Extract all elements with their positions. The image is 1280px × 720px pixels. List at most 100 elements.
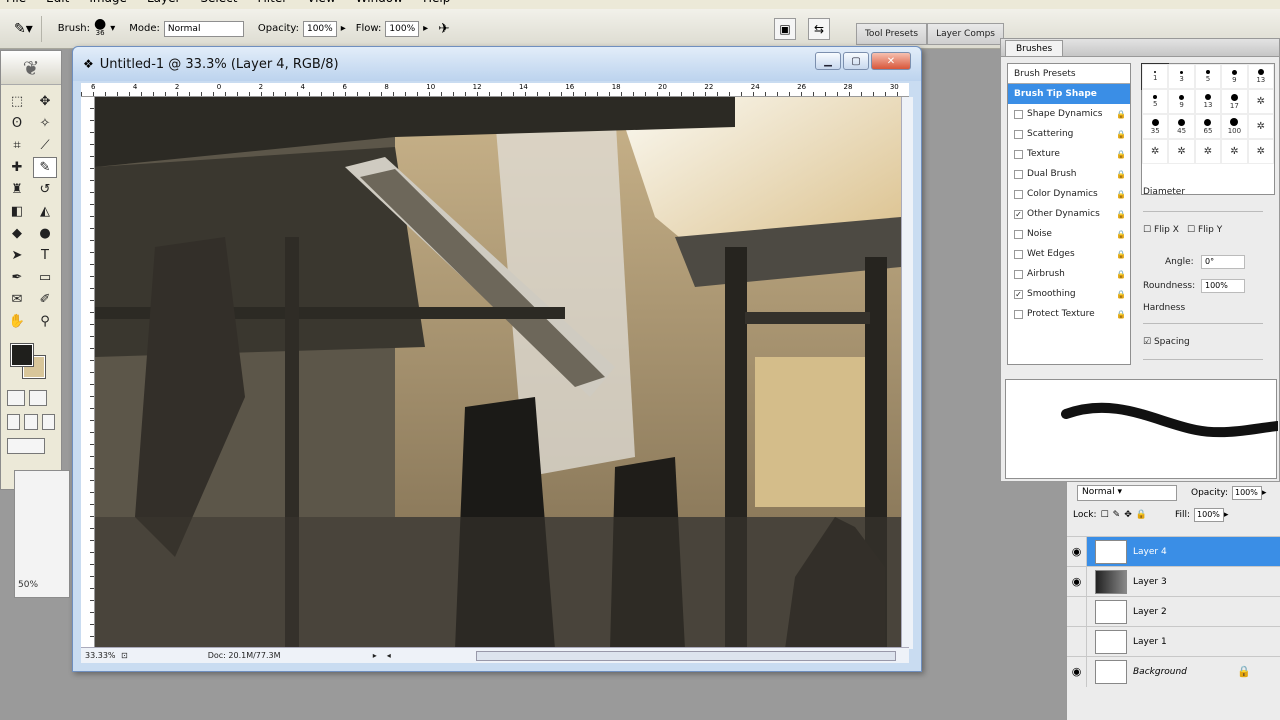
horizontal-scrollbar[interactable] [475, 650, 896, 661]
brush-setting-item[interactable]: Protect Texture 🔒 [1008, 304, 1130, 324]
navigator-zoom[interactable]: 50% [14, 576, 70, 594]
tab-tool-presets[interactable]: Tool Presets [855, 23, 928, 45]
menu-edit[interactable]: Edit [46, 0, 69, 9]
layer-row[interactable]: Layer 1 [1067, 626, 1280, 657]
brush-tip[interactable]: 65 [1194, 114, 1222, 139]
visibility-eye-icon[interactable] [1067, 596, 1087, 627]
magic-wand-tool-icon[interactable]: ✧ [33, 113, 57, 134]
close-button[interactable]: ✕ [871, 52, 911, 70]
spacing-slider[interactable] [1143, 359, 1263, 360]
brush-tip[interactable]: ✲ [1247, 114, 1274, 139]
spacing-checkbox[interactable]: ☑ Spacing [1143, 337, 1190, 347]
lock-position-icon[interactable]: ✥ [1124, 510, 1132, 520]
airbrush-icon[interactable]: ✈ [438, 21, 450, 37]
brush-tip[interactable]: 5 [1194, 64, 1222, 89]
setting-checkbox[interactable] [1014, 189, 1023, 199]
maximize-button[interactable]: ▢ [843, 52, 869, 70]
flip-x-checkbox[interactable]: ☐ Flip X [1143, 225, 1179, 235]
brush-setting-item[interactable]: Shape Dynamics 🔒 [1008, 104, 1130, 124]
healing-brush-tool-icon[interactable]: ✚ [5, 157, 29, 178]
brush-tip[interactable]: 1 [1140, 63, 1170, 90]
chevron-down-icon[interactable]: ▾ [110, 23, 115, 34]
flow-input[interactable]: 100% [385, 20, 420, 37]
menu-help[interactable]: Help [423, 0, 450, 9]
blend-mode-select[interactable]: Normal ▾ [1077, 485, 1177, 501]
marquee-tool-icon[interactable]: ⬚ [5, 91, 29, 112]
lock-all-icon[interactable]: 🔒 [1136, 510, 1147, 520]
standard-mode-icon[interactable] [7, 390, 25, 406]
crop-tool-icon[interactable]: ⌗ [5, 135, 29, 156]
brush-tip[interactable]: ✲ [1221, 139, 1248, 164]
notes-tool-icon[interactable]: ✉ [5, 289, 29, 310]
lock-icon[interactable]: 🔒 [1116, 210, 1126, 219]
flip-y-checkbox[interactable]: ☐ Flip Y [1187, 225, 1222, 235]
menu-filter[interactable]: Filter [257, 0, 287, 9]
brush-setting-item[interactable]: Brush Tip Shape [1008, 84, 1130, 104]
vertical-scrollbar[interactable] [901, 97, 913, 649]
brush-setting-item[interactable]: Airbrush 🔒 [1008, 264, 1130, 284]
status-menu-icon[interactable]: ⊡ [121, 651, 128, 660]
slice-tool-icon[interactable]: ⟋ [33, 135, 57, 156]
eraser-tool-icon[interactable]: ◧ [5, 201, 29, 222]
setting-checkbox[interactable] [1014, 129, 1023, 139]
brush-tip[interactable]: 45 [1168, 114, 1195, 139]
scroll-left-icon[interactable]: ◂ [382, 651, 396, 660]
setting-checkbox[interactable] [1014, 269, 1023, 279]
brush-setting-item[interactable]: ✓ Smoothing 🔒 [1008, 284, 1130, 304]
mode-select[interactable]: Normal [163, 20, 244, 37]
status-arrow-icon[interactable]: ▸ [368, 651, 382, 660]
setting-checkbox[interactable] [1014, 229, 1023, 239]
brush-tip[interactable]: 3 [1168, 64, 1195, 89]
opacity-input[interactable]: 100% [302, 20, 337, 37]
layer-row[interactable]: Layer 2 [1067, 596, 1280, 627]
layer-row[interactable]: ◉ Layer 4 [1067, 536, 1280, 567]
brush-tool-icon[interactable]: ✎ [33, 157, 57, 178]
eyedropper-tool-icon[interactable]: ✐ [33, 289, 57, 310]
brush-setting-item[interactable]: Scattering 🔒 [1008, 124, 1130, 144]
angle-input[interactable]: 0° [1201, 255, 1245, 269]
brush-tip[interactable]: ✲ [1247, 139, 1274, 164]
menu-layer[interactable]: Layer [147, 0, 180, 9]
layer-row[interactable]: ◉ Background 🔒 [1067, 656, 1280, 687]
chevron-right-icon[interactable]: ▸ [1224, 510, 1229, 520]
brush-tip[interactable]: 100 [1221, 114, 1248, 139]
chevron-right-icon[interactable]: ▸ [423, 23, 428, 34]
lock-transparency-icon[interactable]: ☐ [1101, 510, 1109, 520]
visibility-eye-icon[interactable]: ◉ [1067, 566, 1087, 597]
zoom-level[interactable]: 33.33% [81, 651, 121, 660]
lock-icon[interactable]: 🔒 [1116, 250, 1126, 259]
brush-preset-picker[interactable]: ● 36 [94, 17, 106, 38]
lock-icon[interactable]: 🔒 [1116, 130, 1126, 139]
hardness-slider[interactable] [1143, 323, 1263, 324]
ruler-vertical[interactable] [81, 97, 95, 649]
menu-file[interactable]: File [6, 0, 26, 9]
menu-view[interactable]: View [307, 0, 335, 9]
brush-tip[interactable]: ✲ [1247, 89, 1274, 114]
layer-row[interactable]: ◉ Layer 3 [1067, 566, 1280, 597]
brush-setting-item[interactable]: Dual Brush 🔒 [1008, 164, 1130, 184]
brush-tip[interactable]: 9 [1168, 89, 1195, 114]
tab-brushes[interactable]: Brushes [1005, 40, 1064, 56]
brush-tip[interactable]: 17 [1221, 89, 1248, 114]
brush-tip[interactable]: ✲ [1194, 139, 1222, 164]
move-tool-icon[interactable]: ✥ [33, 91, 57, 112]
lock-icon[interactable]: 🔒 [1116, 270, 1126, 279]
history-brush-tool-icon[interactable]: ↺ [33, 179, 57, 200]
hand-tool-icon[interactable]: ✋ [5, 311, 29, 332]
brush-tip[interactable]: 9 [1221, 64, 1248, 89]
document-titlebar[interactable]: ❖ Untitled-1 @ 33.3% (Layer 4, RGB/8) [73, 47, 921, 81]
minimize-button[interactable]: ▁ [815, 52, 841, 70]
menu-select[interactable]: Select [200, 0, 237, 9]
lock-icon[interactable]: 🔒 [1116, 310, 1126, 319]
dodge-tool-icon[interactable]: ● [33, 223, 57, 244]
brush-setting-item[interactable]: Brush Presets [1008, 64, 1130, 84]
brush-tip[interactable]: 13 [1194, 89, 1222, 114]
brush-setting-item[interactable]: Color Dynamics 🔒 [1008, 184, 1130, 204]
fill-input[interactable]: 100% [1194, 508, 1225, 522]
brush-tip[interactable]: ✲ [1168, 139, 1195, 164]
foreground-color-swatch[interactable] [10, 343, 34, 367]
lock-icon[interactable]: 🔒 [1116, 150, 1126, 159]
brush-tip[interactable]: 35 [1142, 114, 1169, 139]
brush-tip[interactable]: 5 [1142, 89, 1169, 114]
quick-mask-mode-icon[interactable] [29, 390, 47, 406]
